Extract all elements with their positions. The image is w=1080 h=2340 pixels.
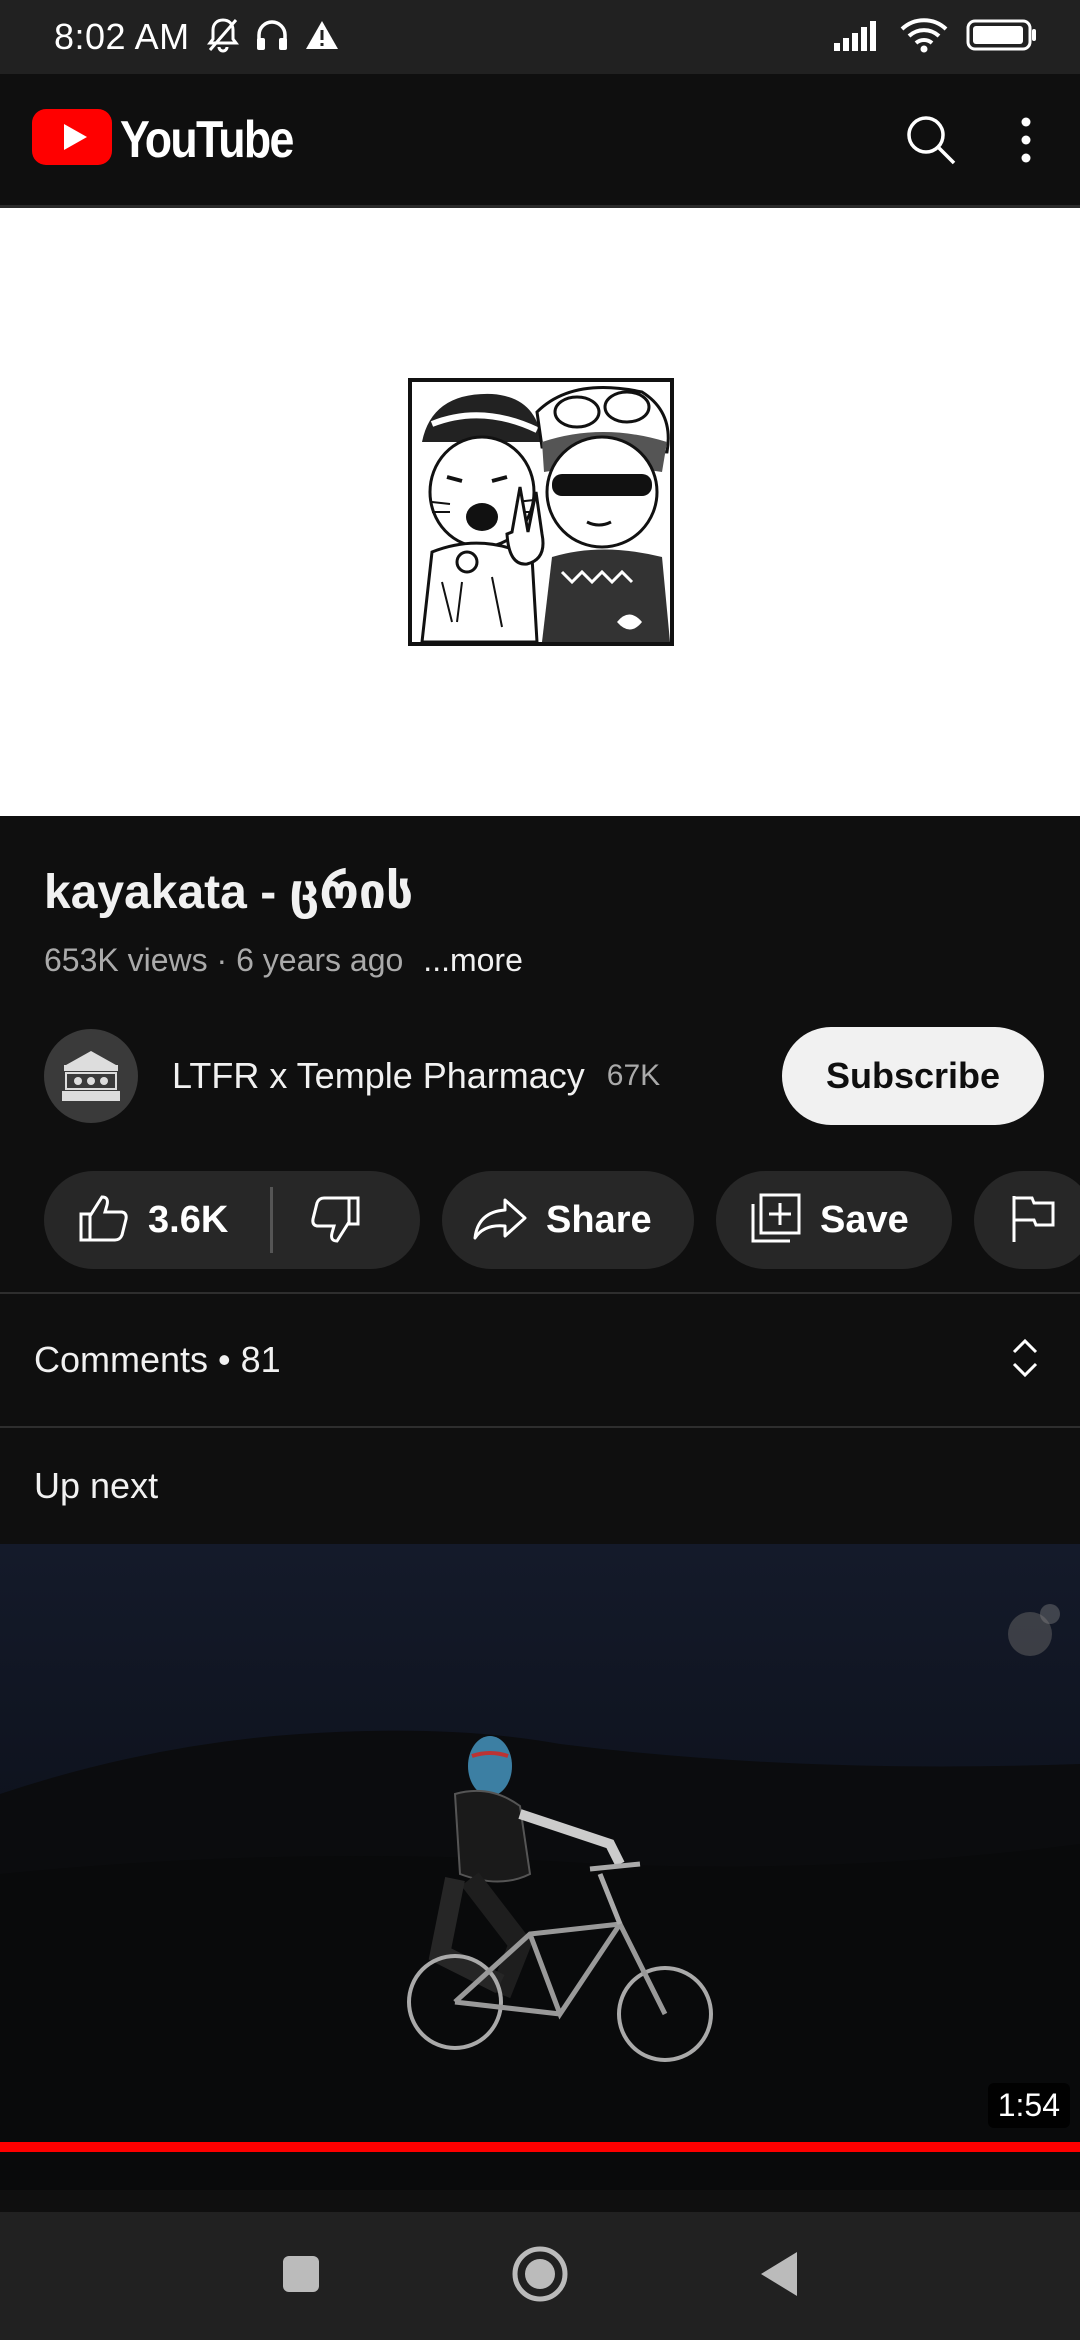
more-vert-icon[interactable] (1020, 116, 1032, 164)
save-label: Save (820, 1198, 909, 1241)
upload-age: 6 years ago (236, 942, 404, 978)
subscribe-button[interactable]: Subscribe (782, 1027, 1044, 1125)
share-button[interactable]: Share (442, 1171, 694, 1269)
unfold-more-icon[interactable] (1010, 1336, 1040, 1385)
subscriber-count: 67K (606, 1059, 661, 1092)
watch-progress-bar (0, 2142, 1080, 2152)
system-nav-bar (0, 2212, 1080, 2340)
app-bar-actions (904, 113, 1048, 167)
video-meta[interactable]: 653K views · 6 years ago ...more (44, 942, 523, 979)
recents-icon[interactable] (281, 2254, 321, 2299)
home-icon[interactable] (511, 2245, 569, 2308)
up-next-header: Up next (0, 1428, 1080, 1544)
view-count: 653K views (44, 942, 208, 978)
wifi-icon (900, 17, 948, 58)
back-icon[interactable] (759, 2250, 799, 2303)
next-video-thumbnail[interactable]: 1:54 (0, 1544, 1080, 2190)
like-divider (270, 1187, 274, 1253)
comments-section[interactable]: Comments • 81 (0, 1294, 1080, 1426)
comments-label: Comments • 81 (34, 1339, 281, 1380)
youtube-wordmark: YouTube (120, 110, 294, 169)
meta-separator: · (207, 942, 237, 978)
status-bar: 8:02 AM (0, 0, 1080, 74)
youtube-logo[interactable]: YouTube (32, 109, 321, 170)
flag-icon (1010, 1193, 1056, 1248)
video-artwork (408, 378, 674, 646)
app-bar: YouTube (0, 74, 1080, 208)
watch-progress-fill (0, 2142, 1080, 2152)
report-button[interactable] (974, 1171, 1080, 1269)
up-next-label: Up next (34, 1465, 159, 1506)
save-button[interactable]: Save (716, 1171, 952, 1269)
dislike-icon[interactable] (309, 1195, 361, 1245)
video-info: kayakata - ცრის 653K views · 6 years ago… (0, 816, 1080, 1292)
status-icons-right (832, 17, 1038, 58)
like-dislike-pill: 3.6K (44, 1171, 420, 1269)
video-title[interactable]: kayakata - ცრის (44, 864, 413, 920)
search-icon[interactable] (904, 113, 958, 167)
status-icons-left (206, 17, 340, 58)
like-icon[interactable] (78, 1193, 130, 1248)
share-icon (472, 1196, 528, 1245)
video-player[interactable] (0, 208, 1080, 816)
warning-icon (304, 19, 340, 56)
channel-name[interactable]: LTFR x Temple Pharmacy (172, 1055, 585, 1097)
action-buttons-row: 3.6K Share Save (44, 1170, 1080, 1270)
video-duration: 1:54 (987, 2083, 1070, 2128)
channel-row[interactable]: LTFR x Temple Pharmacy 67K Subscribe (44, 1026, 1044, 1126)
headphones-icon (254, 17, 290, 58)
bell-muted-icon (206, 17, 240, 58)
youtube-play-icon (32, 109, 112, 170)
channel-avatar[interactable] (44, 1029, 138, 1123)
save-playlist-add-icon (750, 1192, 802, 1249)
signal-icon (832, 19, 882, 56)
like-count[interactable]: 3.6K (148, 1199, 228, 1242)
share-label: Share (546, 1198, 652, 1241)
status-time: 8:02 AM (54, 16, 190, 57)
next-video-image (0, 1544, 1080, 2190)
more-link[interactable]: ...more (423, 942, 523, 978)
battery-icon (966, 18, 1038, 57)
